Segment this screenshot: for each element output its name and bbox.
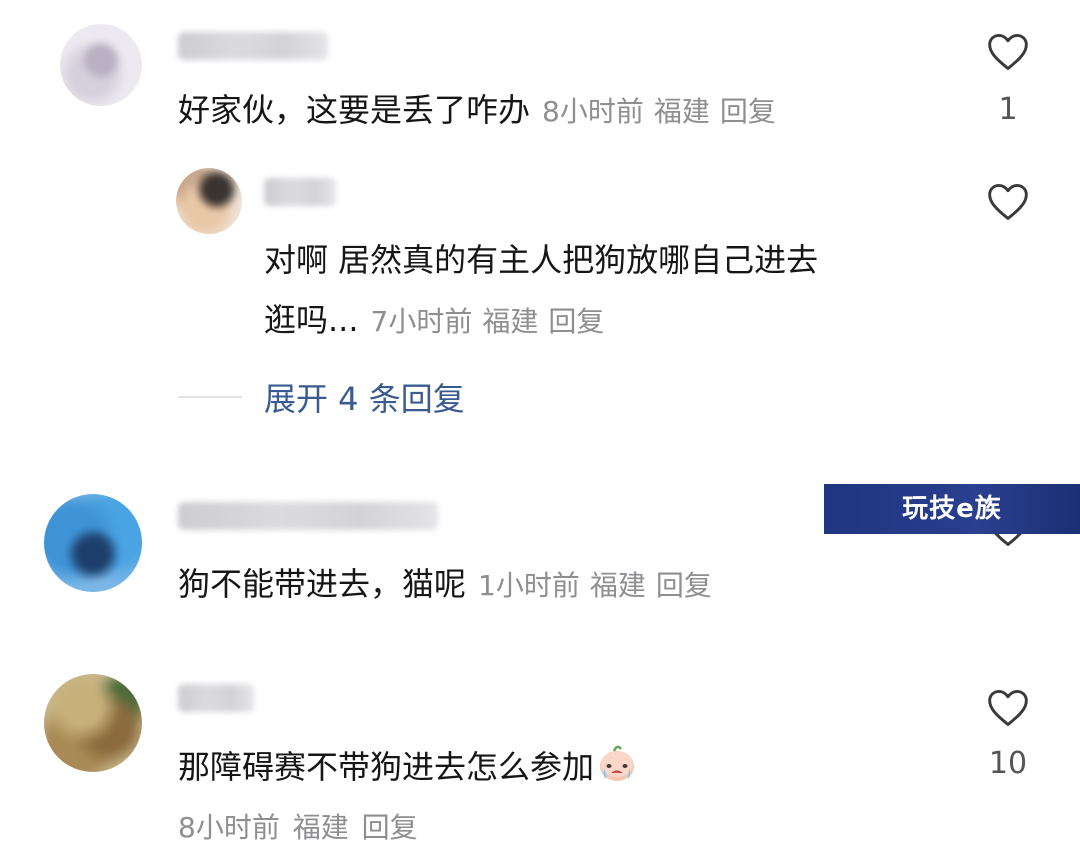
comment-location: 福建: [292, 811, 349, 844]
crying-face-emoji: [600, 745, 635, 781]
reply-time: 7小时前: [370, 305, 473, 338]
reply-meta: 7小时前 福建 回复: [371, 305, 605, 338]
comment-body: 那障碍赛不带狗进去怎么参加: [178, 742, 638, 789]
avatar[interactable]: [44, 494, 142, 592]
heart-outline-icon[interactable]: [986, 30, 1030, 72]
reply-location: 福建: [482, 305, 539, 338]
comment-time: 8小时前: [542, 95, 644, 128]
reply-link[interactable]: 回复: [362, 811, 418, 844]
reply-link[interactable]: 回复: [548, 305, 604, 338]
comment-time: 1小时前: [478, 569, 580, 602]
username-blurred[interactable]: [178, 32, 328, 60]
comment-text: 好家伙，这要是丢了咋办: [178, 91, 531, 129]
comment-meta: 1小时前 福建 回复: [478, 569, 712, 602]
comment-time: 8小时前: [178, 811, 280, 844]
comment-meta: 8小时前 福建 回复: [542, 95, 776, 128]
expand-divider: [178, 396, 242, 398]
comment-body: 狗不能带进去，猫呢 1小时前 福建 回复: [178, 562, 712, 608]
heart-outline-icon[interactable]: [986, 180, 1030, 222]
heart-outline-icon[interactable]: [986, 686, 1030, 728]
avatar[interactable]: [60, 24, 142, 106]
comment-location: 福建: [653, 95, 710, 128]
username-blurred[interactable]: [178, 502, 438, 530]
username-blurred[interactable]: [178, 684, 254, 712]
comment-location: 福建: [589, 569, 646, 602]
comment-meta: 8小时前 福建 回复: [178, 806, 418, 846]
expand-replies-button[interactable]: 展开 4 条回复: [264, 374, 465, 420]
avatar[interactable]: [176, 168, 242, 234]
like-count: 10: [988, 746, 1028, 781]
reply-text: 逛吗...: [264, 301, 359, 339]
reply-body-line1: 对啊 居然真的有主人把狗放哪自己进去: [264, 241, 819, 279]
username-blurred[interactable]: [264, 178, 336, 206]
comment-text: 狗不能带进去，猫呢: [178, 565, 467, 603]
like-count: 1: [998, 92, 1018, 127]
watermark-logo: 玩技e族: [824, 484, 1080, 534]
reply-body-line2: 逛吗... 7小时前 福建 回复: [264, 298, 604, 344]
comment-body: 好家伙，这要是丢了咋办 8小时前 福建 回复: [178, 88, 776, 134]
comment-text: 那障碍赛不带狗进去怎么参加: [178, 748, 595, 786]
avatar[interactable]: [44, 674, 142, 772]
reply-link[interactable]: 回复: [656, 569, 712, 602]
reply-link[interactable]: 回复: [720, 95, 776, 128]
